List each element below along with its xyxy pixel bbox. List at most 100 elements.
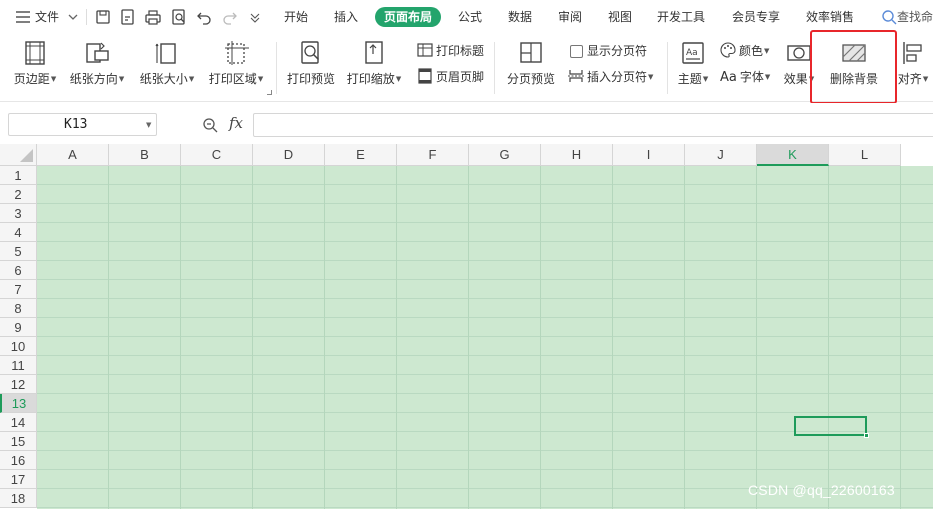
row-header-4[interactable]: 4 — [0, 223, 37, 242]
column-header-j[interactable]: J — [685, 144, 757, 166]
row-header-9[interactable]: 9 — [0, 318, 37, 337]
search-icon[interactable] — [880, 8, 898, 26]
formula-bar: K13 ▼ fx — [0, 103, 933, 144]
effects-icon — [787, 45, 811, 61]
column-header-e[interactable]: E — [325, 144, 397, 166]
insert-page-break-button[interactable]: 插入分页符▼ — [568, 67, 653, 87]
hamburger-menu-icon[interactable] — [14, 8, 32, 26]
column-header-d[interactable]: D — [253, 144, 325, 166]
zoom-icon[interactable] — [202, 117, 218, 133]
row-header-18[interactable]: 18 — [0, 489, 37, 508]
chevron-down-icon[interactable] — [64, 8, 82, 26]
tab-page-layout[interactable]: 页面布局 — [375, 7, 442, 27]
name-box[interactable]: K13 — [8, 113, 157, 136]
tab-member[interactable]: 会员专享 — [732, 8, 780, 26]
tab-home[interactable]: 开始 — [284, 8, 308, 26]
fonts-icon: Aa — [720, 70, 737, 85]
divider — [276, 42, 277, 94]
fill-handle[interactable] — [864, 433, 869, 438]
margins-icon — [25, 41, 45, 65]
row-header-15[interactable]: 15 — [0, 432, 37, 451]
tab-review[interactable]: 审阅 — [558, 8, 582, 26]
column-header-c[interactable]: C — [181, 144, 253, 166]
row-header-12[interactable]: 12 — [0, 375, 37, 394]
selected-cell[interactable] — [794, 416, 869, 438]
header-footer-icon — [418, 68, 432, 84]
formula-input[interactable] — [253, 113, 933, 137]
print-preview-button[interactable]: 打印预览 — [283, 38, 339, 94]
fonts-button[interactable]: Aa 字体▼ — [720, 67, 770, 87]
page-setup-launcher-icon[interactable] — [267, 90, 272, 95]
row-header-2[interactable]: 2 — [0, 185, 37, 204]
row-header-14[interactable]: 14 — [0, 413, 37, 432]
column-header-i[interactable]: I — [613, 144, 685, 166]
row-header-16[interactable]: 16 — [0, 451, 37, 470]
tab-developer[interactable]: 开发工具 — [657, 8, 705, 26]
paper-size-button[interactable]: 纸张大小▼ — [135, 38, 199, 94]
row-header-8[interactable]: 8 — [0, 299, 37, 318]
palette-icon — [720, 42, 736, 58]
save-icon[interactable] — [94, 8, 112, 26]
row-header-5[interactable]: 5 — [0, 242, 37, 261]
colors-button[interactable]: 颜色▼ — [720, 41, 769, 61]
checkbox-icon — [570, 45, 583, 58]
print-titles-button[interactable]: 打印标题 — [417, 41, 484, 61]
print-icon[interactable] — [144, 8, 162, 26]
margins-button[interactable]: 页边距▼ — [8, 38, 62, 94]
row-header-10[interactable]: 10 — [0, 337, 37, 356]
column-header-b[interactable]: B — [109, 144, 181, 166]
row-header-7[interactable]: 7 — [0, 280, 37, 299]
theme-button[interactable]: Aa 主题▼ — [674, 38, 712, 94]
effects-label: 效果 — [783, 72, 808, 86]
tab-insert[interactable]: 插入 — [334, 8, 358, 26]
row-header-3[interactable]: 3 — [0, 204, 37, 223]
column-header-k[interactable]: K — [757, 144, 829, 166]
print-titles-icon — [417, 43, 433, 57]
select-all-corner[interactable] — [0, 144, 37, 166]
watermark: CSDN @qq_22600163 — [748, 482, 895, 498]
fonts-label: 字体 — [739, 70, 764, 84]
header-footer-label: 页眉页脚 — [436, 70, 485, 84]
show-page-breaks-checkbox[interactable]: 显示分页符 — [570, 41, 647, 61]
margins-label: 页边距 — [13, 72, 50, 86]
print-scale-button[interactable]: 打印缩放▼ — [343, 38, 405, 94]
cell-area[interactable] — [37, 166, 933, 509]
orientation-button[interactable]: 纸张方向▼ — [66, 38, 128, 94]
header-footer-button[interactable]: 页眉页脚 — [417, 67, 484, 87]
column-header-g[interactable]: G — [469, 144, 541, 166]
tab-sales[interactable]: 效率销售 — [806, 8, 854, 26]
print-preview-label: 打印预览 — [286, 72, 335, 86]
insert-page-break-icon — [568, 70, 584, 82]
column-header-f[interactable]: F — [397, 144, 469, 166]
row-header-13[interactable]: 13 — [0, 394, 37, 413]
svg-text:Aa: Aa — [686, 48, 698, 58]
row-header-1[interactable]: 1 — [0, 166, 37, 185]
export-pdf-icon[interactable] — [119, 8, 137, 26]
column-header-h[interactable]: H — [541, 144, 613, 166]
row-header-11[interactable]: 11 — [0, 356, 37, 375]
tab-view[interactable]: 视图 — [608, 8, 632, 26]
spreadsheet-grid: ABCDEFGHIJKL 1 2 3 4 5 6 7 8 9 10 11 12 13 14 15 16 17 18 — [0, 144, 933, 509]
quick-access-more-icon[interactable] — [246, 8, 264, 26]
align-button[interactable]: 对齐▼ — [896, 38, 930, 94]
align-icon — [903, 42, 922, 64]
print-preview-icon — [301, 41, 320, 64]
tab-data[interactable]: 数据 — [508, 8, 532, 26]
print-preview-icon[interactable] — [170, 8, 188, 26]
page-break-preview-button[interactable]: 分页预览 — [502, 38, 560, 94]
redo-icon[interactable] — [221, 8, 239, 26]
name-box-dropdown-icon[interactable]: ▼ — [146, 121, 151, 129]
row-header-17[interactable]: 17 — [0, 470, 37, 489]
page-break-preview-icon — [520, 42, 542, 63]
undo-icon[interactable] — [195, 8, 213, 26]
divider — [494, 42, 495, 94]
print-area-button[interactable]: 打印区域▼ — [204, 38, 268, 94]
row-header-6[interactable]: 6 — [0, 261, 37, 280]
fx-icon[interactable]: fx — [229, 114, 243, 132]
column-header-a[interactable]: A — [37, 144, 109, 166]
column-header-l[interactable]: L — [829, 144, 901, 166]
tab-formulas[interactable]: 公式 — [458, 8, 482, 26]
search-command[interactable]: 查找命 — [897, 8, 933, 26]
align-label: 对齐 — [897, 72, 922, 86]
file-menu[interactable]: 文件 — [35, 8, 59, 26]
